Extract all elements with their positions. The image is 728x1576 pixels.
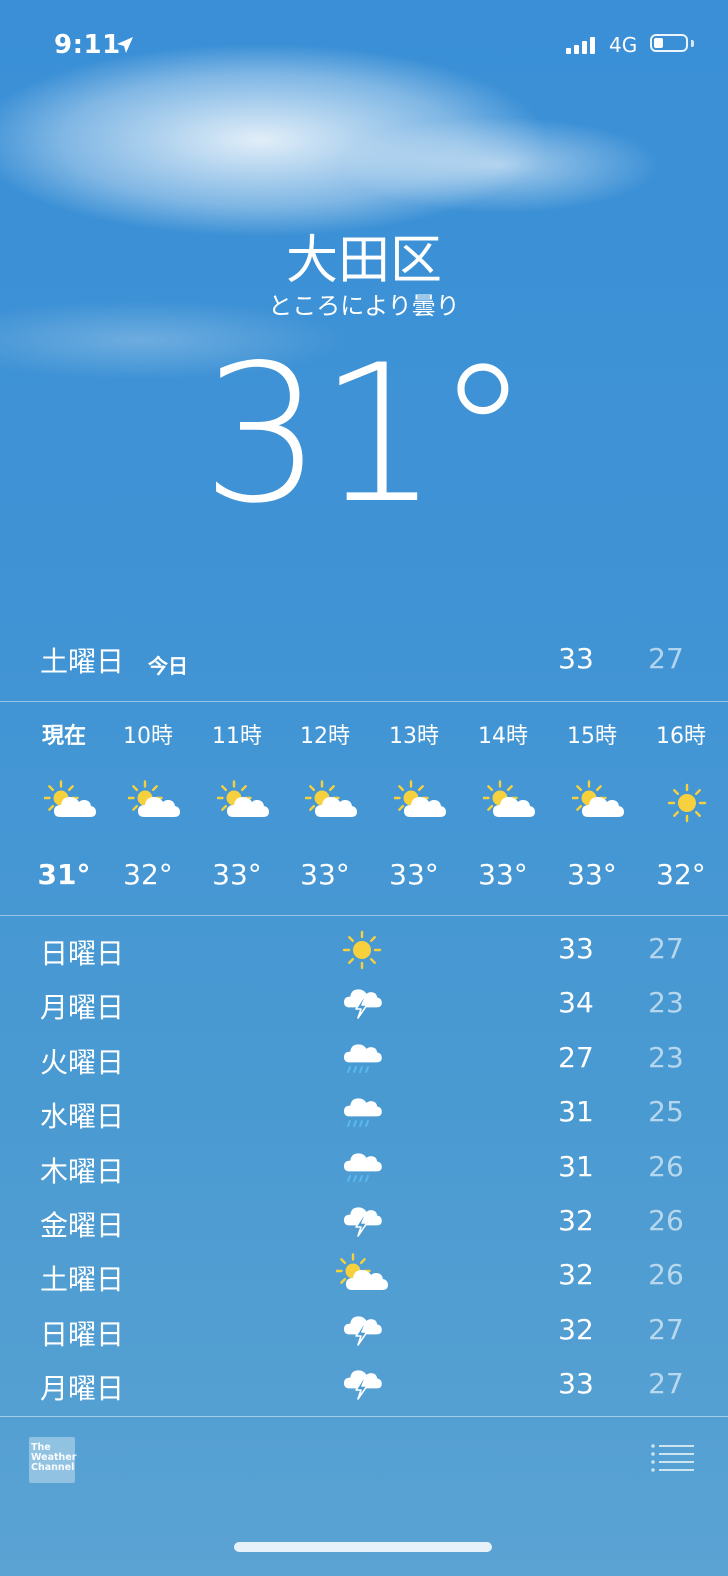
network-type: 4G: [609, 33, 638, 57]
partly-cloudy-icon: [394, 780, 446, 817]
hour-temp: 31°: [37, 858, 91, 891]
today-high: 33: [558, 642, 594, 675]
weather-condition: ところにより曇り: [268, 292, 460, 320]
day-high: 27: [558, 1040, 594, 1074]
day-name: 金曜日: [40, 1209, 125, 1242]
divider-middle: [0, 915, 728, 916]
day-low: 25: [648, 1095, 684, 1129]
hour-time: 12時: [300, 724, 350, 749]
hour-temp: 32°: [123, 858, 173, 891]
city-list-icon[interactable]: [650, 1442, 696, 1474]
partly-cloudy-icon: [128, 780, 180, 817]
day-name: 土曜日: [40, 1263, 125, 1297]
thunderstorm-icon: [344, 1207, 382, 1237]
today-day: 土曜日: [40, 645, 125, 678]
rain-icon: [344, 1098, 382, 1128]
hour-time: 11時: [212, 724, 262, 749]
hour-time: 16時: [656, 724, 706, 749]
thunderstorm-icon: [344, 1370, 382, 1400]
day-row: 水曜日 31 25: [0, 1085, 728, 1139]
day-name: 火曜日: [40, 1045, 125, 1079]
location-arrow-icon: [117, 37, 133, 53]
rain-icon: [344, 1044, 382, 1073]
day-row: 月曜日 33 27: [0, 1357, 728, 1411]
day-high: 33: [558, 932, 594, 965]
partly-cloudy-icon: [217, 780, 269, 817]
day-low: 27: [648, 1367, 684, 1401]
day-name: 水曜日: [40, 1100, 125, 1134]
day-low: 23: [648, 986, 684, 1020]
day-name: 木曜日: [40, 1154, 125, 1188]
day-high: 31: [558, 1149, 594, 1183]
day-row: 日曜日 32 27: [0, 1303, 728, 1357]
today-label: 今日: [148, 654, 188, 678]
day-low: 27: [648, 932, 684, 965]
day-row: 土曜日 32 26: [0, 1248, 728, 1302]
day-row: 火曜日 27 23: [0, 1031, 728, 1085]
hour-temp: 33°: [300, 858, 350, 891]
day-name: 月曜日: [40, 991, 125, 1025]
day-high: 33: [558, 1367, 594, 1401]
sun-icon: [667, 783, 707, 823]
battery-tip: [691, 40, 694, 47]
today-low: 27: [648, 642, 684, 675]
day-row: 木曜日 31 26: [0, 1140, 728, 1194]
day-high: 32: [558, 1204, 594, 1237]
hour-time: 10時: [123, 724, 173, 749]
current-temperature: 31°: [201, 324, 531, 545]
day-name: 日曜日: [40, 937, 125, 970]
hour-temp: 32°: [656, 858, 706, 891]
day-low: 26: [648, 1204, 684, 1237]
hour-time: 現在: [41, 724, 86, 749]
day-row: 日曜日 33 27: [0, 922, 728, 976]
day-low: 27: [648, 1312, 684, 1346]
partly-cloudy-icon: [572, 780, 624, 817]
home-indicator[interactable]: [234, 1542, 492, 1552]
battery-icon: [650, 34, 688, 52]
hour-time: 13時: [389, 724, 439, 749]
day-high: 31: [558, 1095, 594, 1129]
partly-cloudy-icon: [44, 780, 96, 817]
day-name: 月曜日: [40, 1372, 125, 1406]
city-name: 大田区: [285, 231, 442, 291]
day-low: 23: [648, 1040, 684, 1074]
partly-cloudy-icon: [483, 780, 535, 817]
day-high: 32: [558, 1312, 594, 1346]
hourly-forecast[interactable]: 現在 31° 10時 32° 11時 33° 12時 33° 13時 33° 14時 33° 15時 33…: [0, 702, 728, 914]
day-high: 34: [558, 986, 594, 1020]
hour-temp: 33°: [567, 858, 617, 891]
hour-temp: 33°: [389, 858, 439, 891]
logo-line: Channel: [31, 1462, 75, 1473]
day-low: 26: [648, 1258, 684, 1292]
thunderstorm-icon: [344, 989, 382, 1020]
weather-channel-logo[interactable]: The Weather Channel: [29, 1437, 76, 1483]
day-low: 26: [648, 1149, 684, 1183]
hour-time: 15時: [567, 724, 617, 749]
signal-icon: [566, 36, 600, 54]
day-name: 日曜日: [40, 1317, 125, 1351]
partly-cloudy-icon: [336, 1253, 388, 1291]
sun-icon: [342, 930, 382, 970]
day-row: 月曜日 34 23: [0, 976, 728, 1030]
thunderstorm-icon: [344, 1316, 382, 1346]
today-row: 土曜日 今日 33 27: [0, 640, 728, 684]
divider-bottom: [0, 1416, 728, 1417]
day-high: 32: [558, 1258, 594, 1292]
hour-temp: 33°: [478, 858, 528, 891]
partly-cloudy-icon: [305, 780, 357, 817]
hour-time: 14時: [478, 724, 528, 749]
status-time: 9:11: [54, 30, 121, 60]
day-row: 金曜日 32 26: [0, 1194, 728, 1248]
rain-icon: [344, 1152, 382, 1182]
hour-temp: 33°: [212, 858, 262, 891]
